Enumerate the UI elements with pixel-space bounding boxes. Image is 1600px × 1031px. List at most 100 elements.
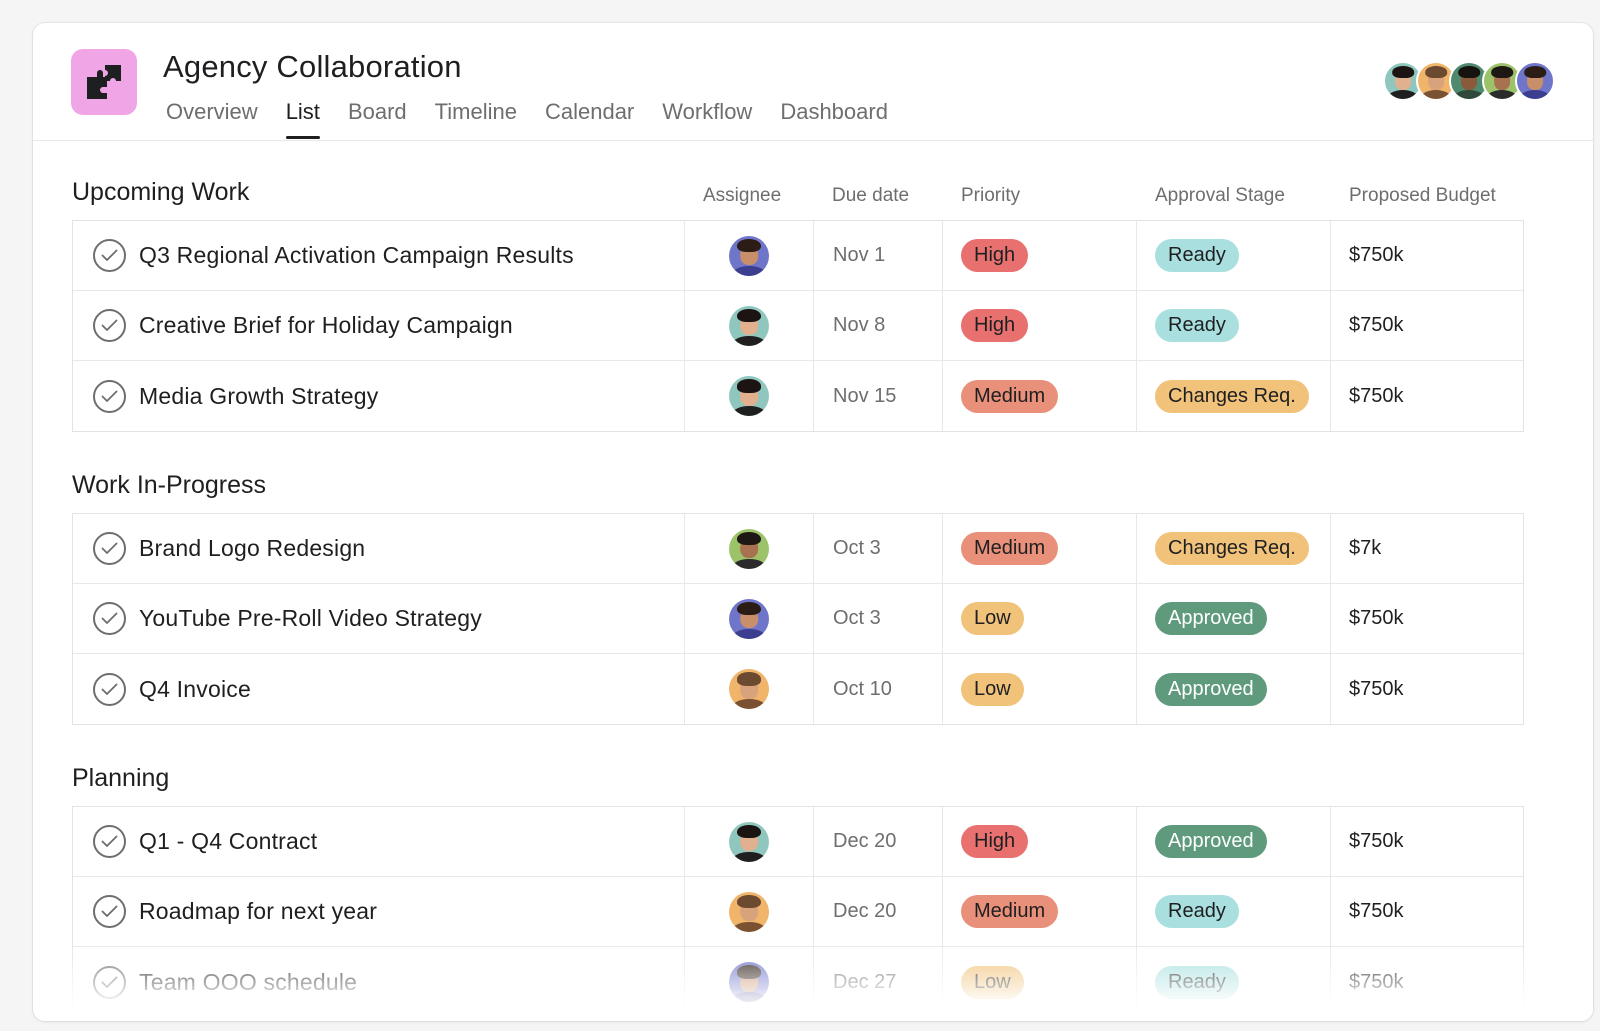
complete-checkbox-icon[interactable] (93, 239, 126, 272)
task-row[interactable]: Roadmap for next year Dec 20 Medium Ready $7… (73, 877, 1523, 947)
assignee-cell[interactable] (685, 514, 814, 583)
puzzle-icon[interactable] (71, 49, 137, 115)
tab-board[interactable]: Board (348, 99, 407, 139)
assignee-avatar[interactable] (729, 891, 769, 932)
budget-cell[interactable]: $750k (1331, 361, 1525, 431)
task-name-cell[interactable]: Q4 Invoice (73, 654, 685, 724)
task-name-cell[interactable]: Media Growth Strategy (73, 361, 685, 431)
due-date[interactable]: Oct 3 (814, 514, 943, 583)
assignee-avatar[interactable] (729, 528, 769, 569)
priority-cell[interactable]: High (943, 291, 1137, 360)
tab-timeline[interactable]: Timeline (435, 99, 517, 139)
section-title[interactable]: Planning (72, 764, 169, 793)
complete-checkbox-icon[interactable] (93, 309, 126, 342)
approval-cell[interactable]: Ready (1137, 947, 1331, 1017)
priority-badge[interactable]: High (961, 309, 1029, 342)
assignee-cell[interactable] (685, 654, 814, 724)
task-name-cell[interactable]: Team OOO schedule (73, 947, 685, 1017)
due-date[interactable]: Nov 8 (814, 291, 943, 360)
task-name[interactable]: Brand Logo Redesign (139, 535, 365, 562)
priority-badge[interactable]: Medium (961, 532, 1059, 565)
tab-list[interactable]: List (285, 99, 321, 139)
priority-badge[interactable]: Low (961, 672, 1024, 706)
approval-cell[interactable]: Ready (1137, 291, 1331, 360)
task-row[interactable]: Creative Brief for Holiday Campaign Nov 8… (73, 291, 1523, 361)
approval-cell[interactable]: Changes Req. (1137, 514, 1331, 583)
tab-workflow[interactable]: Workflow (662, 99, 752, 139)
task-name[interactable]: Q3 Regional Activation Campaign Results (139, 242, 574, 269)
column-header-due-date[interactable]: Due date (832, 185, 909, 207)
task-row[interactable]: Q4 Invoice Oct 10 Low Approved $750k (73, 654, 1523, 724)
assignee-avatar[interactable] (729, 962, 769, 1002)
assignee-cell[interactable] (685, 361, 814, 431)
assignee-cell[interactable] (685, 947, 814, 1017)
assignee-avatar[interactable] (729, 821, 769, 862)
approval-badge[interactable]: Ready (1155, 239, 1239, 272)
priority-cell[interactable]: High (943, 221, 1137, 290)
assignee-cell[interactable] (685, 584, 814, 653)
column-header-assignee[interactable]: Assignee (703, 185, 781, 207)
task-row[interactable]: Q1 - Q4 Contract Dec 20 High Approved $750k (73, 807, 1523, 877)
task-row[interactable]: Q3 Regional Activation Campaign Results N… (73, 221, 1523, 291)
priority-badge[interactable]: High (961, 825, 1029, 858)
due-date[interactable]: Oct 3 (814, 584, 943, 653)
budget-cell[interactable]: $750k (1331, 654, 1525, 724)
task-name[interactable]: Media Growth Strategy (139, 383, 378, 410)
task-name-cell[interactable]: Brand Logo Redesign (73, 514, 685, 583)
project-members[interactable] (1383, 61, 1555, 101)
complete-checkbox-icon[interactable] (93, 895, 126, 928)
complete-checkbox-icon[interactable] (93, 965, 126, 999)
column-header-budget[interactable]: Proposed Budget (1349, 185, 1496, 207)
task-name[interactable]: Q4 Invoice (139, 676, 251, 703)
tab-calendar[interactable]: Calendar (545, 99, 634, 139)
task-name-cell[interactable]: Creative Brief for Holiday Campaign (73, 291, 685, 360)
complete-checkbox-icon[interactable] (93, 602, 126, 635)
approval-badge[interactable]: Approved (1155, 602, 1267, 635)
task-name[interactable]: Team OOO schedule (139, 969, 357, 996)
assignee-avatar[interactable] (729, 598, 769, 639)
budget-cell[interactable]: $7k (1331, 514, 1525, 583)
budget-cell[interactable]: $750k (1331, 877, 1525, 946)
task-name-cell[interactable]: YouTube Pre-Roll Video Strategy (73, 584, 685, 653)
budget-cell[interactable]: $750k (1331, 221, 1525, 290)
complete-checkbox-icon[interactable] (93, 672, 126, 706)
priority-badge[interactable]: Medium (961, 379, 1059, 413)
priority-badge[interactable]: Medium (961, 895, 1059, 928)
complete-checkbox-icon[interactable] (93, 825, 126, 858)
approval-cell[interactable]: Approved (1137, 654, 1331, 724)
task-name-cell[interactable]: Q3 Regional Activation Campaign Results (73, 221, 685, 290)
assignee-avatar[interactable] (729, 235, 769, 276)
budget-cell[interactable]: $750k (1331, 947, 1525, 1017)
budget-cell[interactable]: $750k (1331, 291, 1525, 360)
complete-checkbox-icon[interactable] (93, 379, 126, 413)
priority-cell[interactable]: High (943, 807, 1137, 876)
task-name[interactable]: Roadmap for next year (139, 898, 377, 925)
approval-badge[interactable]: Ready (1155, 965, 1239, 999)
assignee-avatar[interactable] (729, 376, 769, 416)
approval-cell[interactable]: Approved (1137, 807, 1331, 876)
due-date[interactable]: Dec 20 (814, 877, 943, 946)
task-name[interactable]: Q1 - Q4 Contract (139, 828, 317, 855)
approval-cell[interactable]: Approved (1137, 584, 1331, 653)
approval-cell[interactable]: Ready (1137, 221, 1331, 290)
column-header-priority[interactable]: Priority (961, 185, 1020, 207)
due-date[interactable]: Oct 10 (814, 654, 943, 724)
assignee-cell[interactable] (685, 807, 814, 876)
priority-cell[interactable]: Medium (943, 361, 1137, 431)
priority-badge[interactable]: Low (961, 602, 1024, 635)
assignee-cell[interactable] (685, 291, 814, 360)
tab-overview[interactable]: Overview (166, 99, 258, 139)
due-date[interactable]: Nov 15 (814, 361, 943, 431)
assignee-avatar[interactable] (729, 305, 769, 346)
assignee-cell[interactable] (685, 877, 814, 946)
task-name[interactable]: Creative Brief for Holiday Campaign (139, 312, 513, 339)
priority-cell[interactable]: Low (943, 654, 1137, 724)
approval-cell[interactable]: Changes Req. (1137, 361, 1331, 431)
priority-cell[interactable]: Low (943, 584, 1137, 653)
priority-cell[interactable]: Low (943, 947, 1137, 1017)
due-date[interactable]: Dec 27 (814, 947, 943, 1017)
task-row[interactable]: Brand Logo Redesign Oct 3 Medium Changes Re… (73, 514, 1523, 584)
task-row[interactable]: YouTube Pre-Roll Video Strategy Oct 3 Low A… (73, 584, 1523, 654)
due-date[interactable]: Dec 20 (814, 807, 943, 876)
section-title[interactable]: Upcoming Work (72, 178, 249, 207)
